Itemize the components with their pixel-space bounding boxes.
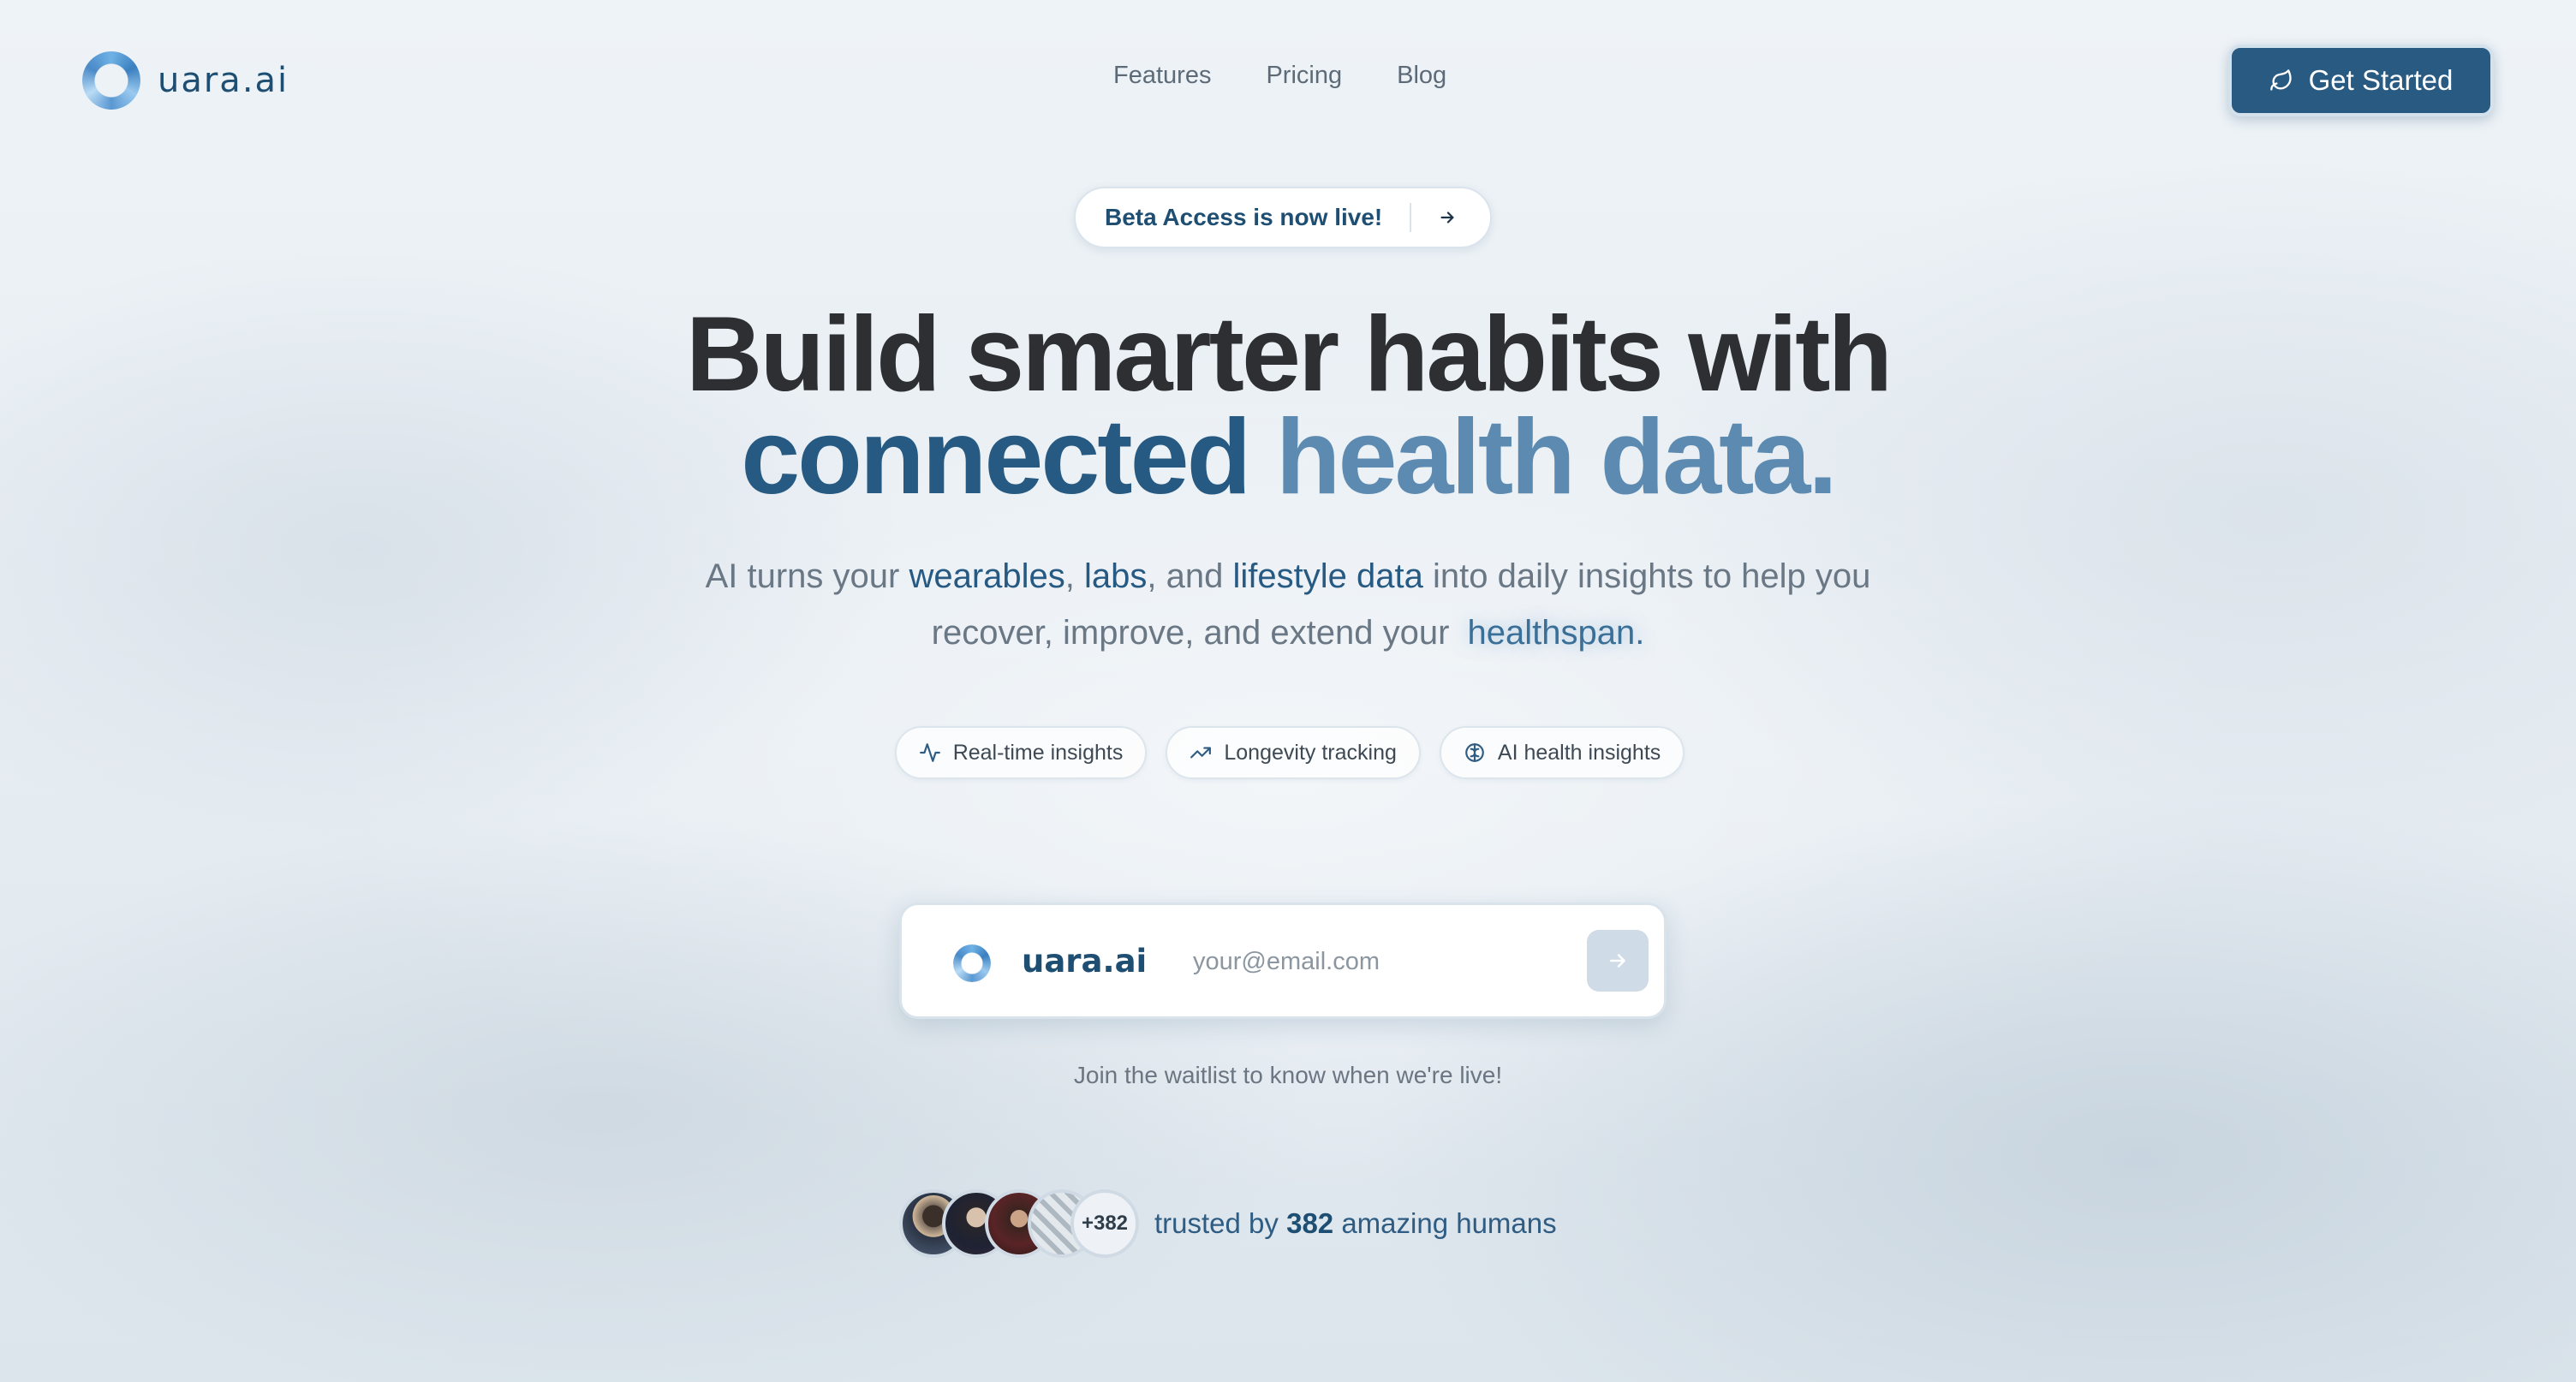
feature-chips: Real-time insights Longevity tracking AI… xyxy=(0,726,2576,779)
trusted-count: 382 xyxy=(1286,1207,1334,1239)
beta-label: Beta Access is now live! xyxy=(1105,204,1383,230)
get-started-label: Get Started xyxy=(2308,64,2454,96)
brand-name: uara.ai xyxy=(158,61,289,100)
email-input[interactable] xyxy=(1193,938,1604,986)
hero-word-connected: connected xyxy=(741,398,1251,516)
chip-label: AI health insights xyxy=(1497,740,1661,765)
waitlist-form: uara.ai xyxy=(899,902,1667,1019)
leaf-icon xyxy=(2269,69,2292,91)
avatar-stack: +382 xyxy=(899,1189,1139,1258)
chip-label: Real-time insights xyxy=(952,740,1124,765)
logo-ring-icon xyxy=(82,51,140,110)
subtitle-text: AI turns your xyxy=(705,557,900,595)
nav-link-features[interactable]: Features xyxy=(1113,62,1211,90)
subtitle-text: , xyxy=(1064,557,1075,595)
subtitle-keyword-healthspan: healthspan. xyxy=(1467,614,1645,652)
nav-link-pricing[interactable]: Pricing xyxy=(1266,62,1342,90)
nav-links: Features Pricing Blog xyxy=(1113,62,1446,90)
hero-headline-line2: connected health data. xyxy=(0,404,2576,510)
subtitle-line1: AI turns your wearables, labs, and lifes… xyxy=(0,548,2576,605)
beta-access-pill[interactable]: Beta Access is now live! xyxy=(1074,187,1492,248)
arrow-right-icon xyxy=(1610,954,1625,968)
beta-divider xyxy=(1410,203,1412,232)
subtitle-keyword-labs: labs xyxy=(1084,557,1148,595)
brain-icon xyxy=(1465,743,1484,762)
subtitle-text: recover, improve, and extend your xyxy=(931,614,1450,652)
trending-up-icon xyxy=(1190,747,1212,759)
trusted-prefix: trusted by xyxy=(1154,1207,1279,1239)
trusted-suffix: amazing humans xyxy=(1341,1207,1557,1239)
chip-ai-health-insights[interactable]: AI health insights xyxy=(1439,726,1685,779)
waitlist-hint: Join the waitlist to know when we're liv… xyxy=(1073,1062,1503,1088)
trusted-by: +382 trusted by 382 amazing humans xyxy=(899,1188,1557,1259)
form-brand-name: uara.ai xyxy=(1022,943,1148,980)
submit-email-button[interactable] xyxy=(1587,930,1649,992)
activity-icon xyxy=(919,743,940,762)
top-nav: uara.ai Features Pricing Blog Get Starte… xyxy=(0,0,2576,161)
chip-real-time-insights[interactable]: Real-time insights xyxy=(894,726,1148,779)
arrow-right-icon xyxy=(1428,199,1466,236)
chip-longevity-tracking[interactable]: Longevity tracking xyxy=(1166,726,1421,779)
logo-ring-icon xyxy=(953,944,991,982)
more-users-badge: +382 xyxy=(1070,1189,1139,1258)
hero-phrase-health-data: health data. xyxy=(1275,398,1838,516)
brand-logo[interactable]: uara.ai xyxy=(82,50,289,111)
subtitle-text: into daily insights to help you xyxy=(1432,557,1871,595)
subtitle-line2: recover, improve, and extend your health… xyxy=(0,605,2576,661)
hero-headline-line1: Build smarter habits with xyxy=(685,295,1893,414)
get-started-button[interactable]: Get Started xyxy=(2228,45,2494,116)
subtitle-text: , and xyxy=(1147,557,1224,595)
chip-label: Longevity tracking xyxy=(1224,740,1397,765)
trusted-text: trusted by 382 amazing humans xyxy=(1154,1207,1557,1240)
subtitle-keyword-lifestyle: lifestyle data xyxy=(1232,557,1423,595)
subtitle-keyword-wearables: wearables xyxy=(909,557,1065,595)
nav-link-blog[interactable]: Blog xyxy=(1397,62,1446,90)
